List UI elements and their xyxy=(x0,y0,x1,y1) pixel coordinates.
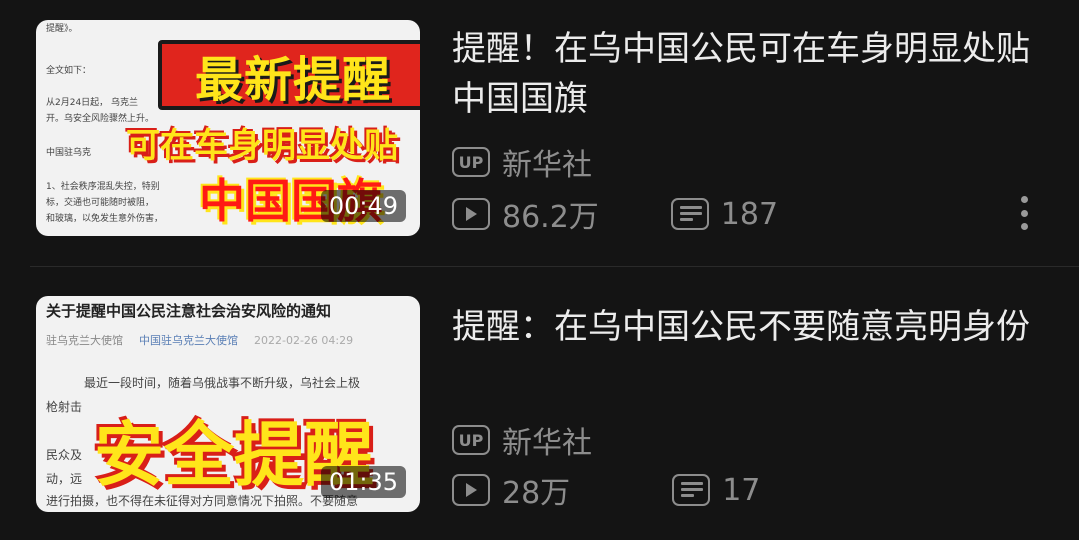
doc-text-line: 枪射击 xyxy=(46,400,83,414)
video-card[interactable]: 关于提醒中国公民注意社会治安风险的通知 驻乌克兰大使馆 中国驻乌克兰大使馆 2022… xyxy=(0,278,1079,538)
comment-count: 187 xyxy=(670,196,779,232)
video-duration: 00:49 xyxy=(320,190,406,222)
doc-meta: 驻乌克兰大使馆 中国驻乌克兰大使馆 2022-02-26 04:29 xyxy=(46,334,354,347)
up-badge-icon: UP xyxy=(452,425,490,455)
video-title[interactable]: 提醒：在乌中国公民不要随意亮明身份 xyxy=(452,302,1052,352)
video-duration: 01:35 xyxy=(320,466,406,498)
doc-text-line: 动，远 xyxy=(46,472,83,486)
uploader-name: 新华社 xyxy=(502,426,592,461)
video-stats: 86.2万 187 xyxy=(452,192,778,236)
danmaku-list-icon xyxy=(672,474,711,506)
view-count-value: 28万 xyxy=(502,476,571,511)
video-thumbnail[interactable]: 关于提醒中国公民注意社会治安风险的通知 驻乌克兰大使馆 中国驻乌克兰大使馆 2022… xyxy=(36,296,420,512)
doc-text-line: 全文如下： xyxy=(46,66,92,76)
video-stats: 28万 17 xyxy=(452,468,760,512)
view-count-value: 86.2万 xyxy=(502,200,599,235)
video-title[interactable]: 提醒！在乌中国公民可在车身明显处贴中国国旗 xyxy=(452,24,1052,124)
divider xyxy=(30,266,1079,267)
doc-text-line: 从2月24日起， 乌克兰 xyxy=(46,98,139,108)
doc-text-line: 民众及 xyxy=(46,448,83,462)
play-count-icon xyxy=(452,474,490,506)
video-thumbnail[interactable]: 提醒》。 全文如下： 从2月24日起， 乌克兰 开。乌安全风险骤然上升。 中国驻… xyxy=(36,20,420,236)
doc-text-line: 1、社会秩序混乱失控，特别 xyxy=(46,182,160,192)
uploader[interactable]: UP 新华社 xyxy=(452,418,592,462)
uploader-name: 新华社 xyxy=(502,148,592,183)
view-count: 86.2万 xyxy=(452,192,599,236)
doc-text-line: 和玻璃，以免发生意外伤害， xyxy=(46,214,164,224)
more-options-icon[interactable] xyxy=(1019,196,1029,230)
doc-title: 关于提醒中国公民注意社会治安风险的通知 xyxy=(46,302,332,320)
danmaku-list-icon xyxy=(670,198,709,230)
up-badge-icon: UP xyxy=(452,147,490,177)
play-count-icon xyxy=(452,198,490,230)
doc-text-line: 最近一段时间，随着乌俄战事不断升级，乌社会上极 xyxy=(84,376,361,390)
uploader[interactable]: UP 新华社 xyxy=(452,140,592,184)
video-card[interactable]: 提醒》。 全文如下： 从2月24日起， 乌克兰 开。乌安全风险骤然上升。 中国驻… xyxy=(0,0,1079,260)
comment-count-value: 17 xyxy=(722,472,761,508)
comment-count: 17 xyxy=(672,473,760,508)
thumbnail-banner-sub: 可在车身明显处贴 xyxy=(126,125,398,166)
doc-text-line: 提醒》。 xyxy=(46,24,78,34)
view-count: 28万 xyxy=(452,468,570,512)
comment-count-value: 187 xyxy=(720,196,779,232)
doc-text-line: 中国驻乌克 xyxy=(46,148,92,158)
thumbnail-banner-main: 最新提醒 xyxy=(158,40,420,110)
doc-text-line: 标，交通也可能随时被阻， xyxy=(46,198,155,208)
